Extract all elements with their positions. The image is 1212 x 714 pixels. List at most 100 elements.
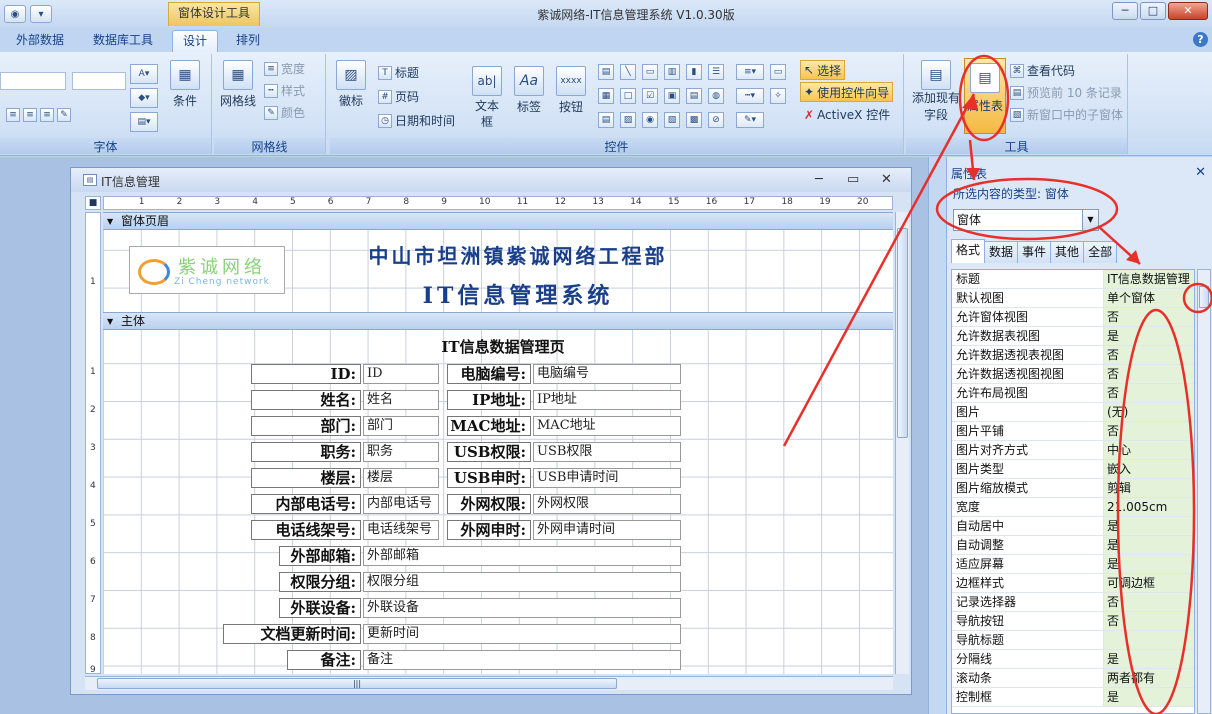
field-label[interactable]: 职务:: [251, 442, 361, 462]
property-value[interactable]: 否: [1104, 346, 1194, 364]
property-value[interactable]: 否: [1104, 612, 1194, 630]
detail-section-bar[interactable]: 主体: [103, 312, 893, 330]
property-value[interactable]: 是: [1104, 327, 1194, 345]
property-row[interactable]: 分隔线是: [952, 650, 1194, 669]
form-horizontal-scrollbar[interactable]: |||: [85, 676, 893, 690]
form-vertical-scrollbar[interactable]: [895, 212, 909, 674]
maximize-button[interactable]: □: [1140, 2, 1166, 20]
field-textbox[interactable]: 外网权限: [533, 494, 681, 514]
line-thickness-icon[interactable]: ≡▾: [736, 64, 764, 80]
property-value[interactable]: 否: [1104, 365, 1194, 383]
property-row[interactable]: 导航按钮否: [952, 612, 1194, 631]
align-buttons[interactable]: ≡ ≡ ≡ ✎: [6, 108, 71, 122]
tab-control-icon[interactable]: ▥: [664, 64, 680, 80]
line-icon[interactable]: ╲: [620, 64, 636, 80]
field-label[interactable]: 姓名:: [251, 390, 361, 410]
property-row[interactable]: 宽度 21.005cm: [952, 498, 1194, 517]
property-value[interactable]: 是: [1104, 517, 1194, 535]
field-label[interactable]: 电话线架号:: [251, 520, 361, 540]
field-label[interactable]: 电脑编号:: [447, 364, 531, 384]
grid-style-button[interactable]: ┅ 样式: [264, 82, 305, 99]
attachment-icon[interactable]: ⊘: [708, 112, 724, 128]
button-button[interactable]: xxxx 按钮: [556, 66, 586, 115]
page-number-button[interactable]: # 页码: [378, 88, 419, 105]
page-title-label[interactable]: IT信息数据管理页: [403, 336, 603, 357]
form-restore-button[interactable]: ▭: [847, 172, 859, 187]
property-value[interactable]: 否: [1104, 384, 1194, 402]
field-textbox[interactable]: 外网申请时间: [533, 520, 681, 540]
property-row[interactable]: 允许窗体视图否: [952, 308, 1194, 327]
property-row[interactable]: 允许数据透视图视图否: [952, 365, 1194, 384]
field-textbox[interactable]: 姓名: [363, 390, 439, 410]
close-button[interactable]: ✕: [1168, 2, 1208, 20]
field-textbox[interactable]: 部门: [363, 416, 439, 436]
property-row[interactable]: 自动居中是: [952, 517, 1194, 536]
view-code-button[interactable]: ⌘ 查看代码: [1010, 62, 1075, 79]
property-value[interactable]: [1104, 631, 1194, 649]
grid-color-button[interactable]: ✎ 颜色: [264, 104, 305, 121]
property-row[interactable]: 图片 (无): [952, 403, 1194, 422]
date-time-button[interactable]: ◷ 日期和时间: [378, 112, 455, 129]
field-textbox[interactable]: ID: [363, 364, 439, 384]
property-row[interactable]: 导航标题: [952, 631, 1194, 650]
property-value[interactable]: 是: [1104, 555, 1194, 573]
field-textbox[interactable]: 职务: [363, 442, 439, 462]
property-value[interactable]: 可调边框: [1104, 574, 1194, 592]
rectangle-icon[interactable]: □: [620, 88, 636, 104]
property-value[interactable]: 中心: [1104, 441, 1194, 459]
chart-icon[interactable]: ▮: [686, 64, 702, 80]
property-value[interactable]: 两者都有: [1104, 669, 1194, 687]
property-row[interactable]: 自动调整是: [952, 536, 1194, 555]
field-textbox[interactable]: MAC地址: [533, 416, 681, 436]
font-color-icon[interactable]: A▾: [130, 64, 158, 84]
field-textbox[interactable]: 楼层: [363, 468, 439, 488]
field-label[interactable]: 部门:: [251, 416, 361, 436]
object-frame-icon[interactable]: ▩: [686, 112, 702, 128]
tab-format[interactable]: 格式: [951, 239, 986, 263]
property-value[interactable]: 剪辑: [1104, 479, 1194, 497]
tab-event[interactable]: 事件: [1017, 241, 1052, 263]
grid-width-button[interactable]: ≡ 宽度: [264, 60, 305, 77]
property-row[interactable]: 滚动条 两者都有: [952, 669, 1194, 688]
line-color-icon[interactable]: ✎▾: [736, 112, 764, 128]
field-textbox[interactable]: 备注: [363, 650, 681, 670]
field-label[interactable]: 内部电话号:: [251, 494, 361, 514]
toggle-icon[interactable]: ▭: [642, 64, 658, 80]
field-textbox[interactable]: 外联设备: [363, 598, 681, 618]
set-control-defaults-icon[interactable]: ▭: [770, 64, 786, 80]
help-icon[interactable]: ?: [1193, 32, 1208, 47]
line-type-icon[interactable]: ┅▾: [736, 88, 764, 104]
field-label[interactable]: 外网申时:: [447, 520, 531, 540]
page-break-icon[interactable]: ▤: [686, 88, 702, 104]
activex-button[interactable]: ✗ ActiveX 控件: [804, 106, 890, 123]
field-textbox[interactable]: 电话线架号: [363, 520, 439, 540]
use-control-wizard-button[interactable]: ✦ 使用控件向导: [800, 82, 894, 102]
subform-icon[interactable]: ▧: [664, 112, 680, 128]
field-label[interactable]: 外网权限:: [447, 494, 531, 514]
field-label[interactable]: ID:: [251, 364, 361, 384]
minimize-button[interactable]: ─: [1112, 2, 1138, 20]
field-label[interactable]: USB申时:: [447, 468, 531, 488]
property-value[interactable]: 是: [1104, 650, 1194, 668]
tab-other[interactable]: 其他: [1050, 241, 1085, 263]
textbox-button[interactable]: ab| 文本框: [472, 66, 502, 130]
field-textbox[interactable]: 权限分组: [363, 572, 681, 592]
font-size-dropdown[interactable]: [72, 72, 126, 90]
property-value[interactable]: 是: [1104, 688, 1194, 706]
property-row[interactable]: 记录选择器否: [952, 593, 1194, 612]
tab-design[interactable]: 设计: [172, 30, 218, 52]
combo-icon[interactable]: ▤: [598, 64, 614, 80]
property-value[interactable]: 21.005cm: [1104, 498, 1194, 516]
property-value[interactable]: 是: [1104, 536, 1194, 554]
property-value[interactable]: 否: [1104, 308, 1194, 326]
add-existing-fields-button[interactable]: ▤ 添加现有字段: [910, 60, 962, 124]
tab-data[interactable]: 数据: [984, 241, 1019, 263]
field-textbox[interactable]: 更新时间: [363, 624, 681, 644]
property-row[interactable]: 图片平铺否: [952, 422, 1194, 441]
grid-control-icon[interactable]: ▦: [598, 88, 614, 104]
field-textbox[interactable]: IP地址: [533, 390, 681, 410]
font-name-dropdown[interactable]: [0, 72, 66, 90]
property-row[interactable]: 标题 IT信息数据管理: [952, 270, 1194, 289]
property-row[interactable]: 图片缩放模式 剪辑: [952, 479, 1194, 498]
field-textbox[interactable]: USB申请时间: [533, 468, 681, 488]
